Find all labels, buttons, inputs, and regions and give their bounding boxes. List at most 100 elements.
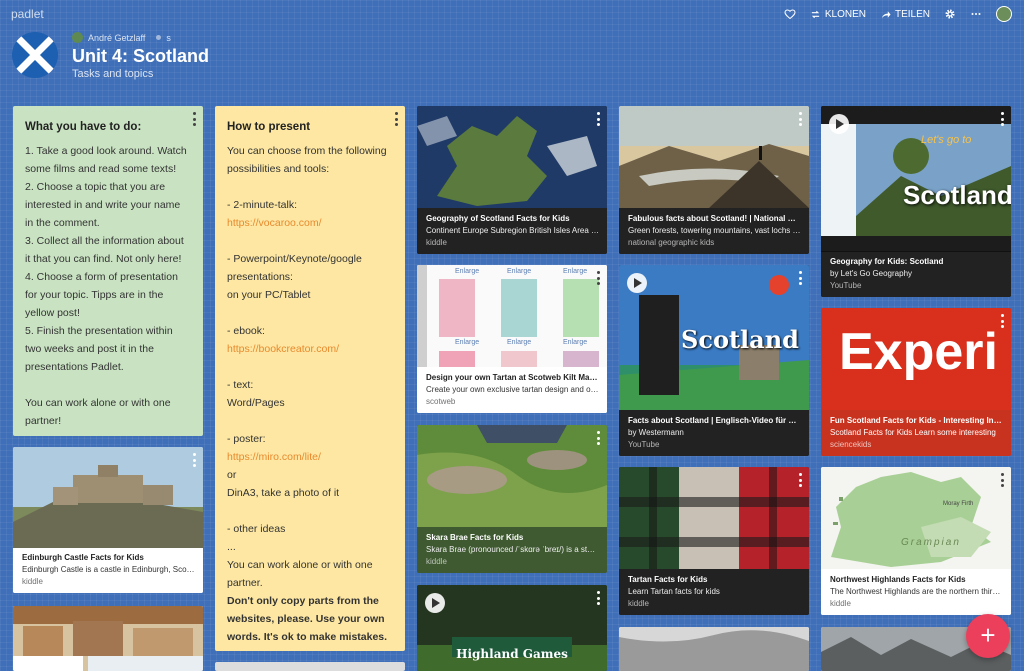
enlarge-link[interactable]: Enlarge (563, 268, 587, 275)
post-menu-button[interactable] (1001, 473, 1005, 487)
post-title: Fabulous facts about Scotland! | Nationa… (628, 214, 801, 223)
post-caption: Northwest Highlands Facts for Kids The N… (821, 570, 1011, 615)
video-overlay-subtitle: Let's go to (921, 134, 972, 146)
clone-label: KLONEN (824, 8, 866, 20)
geography-video-post[interactable]: Let's go to Scotland Geography for Kids:… (821, 106, 1011, 297)
dina3-text: DinA3, take a photo of it (227, 487, 340, 499)
edinburgh-castle-post[interactable]: Edinburgh Castle Facts for Kids Edinburg… (13, 447, 203, 593)
post-source: YouTube (830, 281, 862, 290)
warning-text: Don't only copy parts from the websites,… (227, 595, 388, 643)
enlarge-link[interactable]: Enlarge (563, 339, 587, 346)
skara-brae-post[interactable]: Skara Brae Facts for Kids Skara Brae (pr… (417, 425, 607, 573)
experiment-banner-image: Experi (821, 308, 1011, 410)
post-description: Green forests, towering mountains, vast … (628, 226, 801, 235)
todo-post[interactable]: What you have to do: 1. Take a good look… (13, 106, 203, 436)
tartan-design-post[interactable]: Enlarge Enlarge Enlarge Enlarge Enlarge … (417, 265, 607, 413)
post-menu-button[interactable] (193, 453, 197, 467)
tartan-post[interactable]: Tartan Facts for Kids Learn Tartan facts… (619, 467, 809, 615)
edinburgh-city-post[interactable] (13, 606, 203, 671)
enlarge-link[interactable]: Enlarge (455, 268, 479, 275)
scotland-satellite-image (417, 106, 607, 208)
scotland-video-thumbnail: Scotland (619, 265, 809, 410)
intro-text: You can choose from the following possib… (227, 145, 390, 175)
column4-next-post[interactable] (619, 627, 809, 671)
text-label: - text: (227, 379, 254, 391)
post-menu-button[interactable] (1001, 112, 1005, 126)
post-description: Scotland Facts for Kids Learn some inter… (830, 428, 996, 437)
author-name: André Getzlaff (88, 32, 146, 43)
miro-link[interactable]: https://miro.com/lite/ (227, 448, 393, 466)
post-menu-button[interactable] (799, 473, 803, 487)
page-title: Unit 4: Scotland (72, 46, 210, 66)
post-caption: Fabulous facts about Scotland! | Nationa… (619, 209, 809, 254)
mountain-loch-image (619, 106, 809, 208)
post-source: kiddle (22, 577, 43, 586)
map-label: Grampian (901, 537, 961, 548)
facts-video-post[interactable]: Scotland Facts about Scotland | Englisch… (619, 265, 809, 456)
play-icon[interactable] (425, 593, 445, 613)
more-icon (971, 13, 981, 15)
post-menu-button[interactable] (597, 431, 601, 445)
geography-post[interactable]: Geography of Scotland Facts for Kids Con… (417, 106, 607, 254)
post-source: scotweb (426, 397, 456, 406)
post-menu-button[interactable] (799, 112, 803, 126)
post-caption: Design your own Tartan at Scotweb Kilt M… (417, 368, 607, 413)
skara-brae-image (417, 425, 607, 527)
post-source: kiddle (830, 599, 851, 608)
post-menu-button[interactable] (193, 112, 197, 126)
post-menu-button[interactable] (1001, 314, 1005, 328)
snow-image (619, 627, 809, 671)
post-caption: Fun Scotland Facts for Kids - Interestin… (821, 411, 1011, 456)
northwest-highlands-post[interactable]: Moray Firth Grampian Northwest Highlands… (821, 467, 1011, 615)
clone-button[interactable]: KLONEN (810, 9, 866, 20)
highland-games-post[interactable]: Highland Games (417, 585, 607, 671)
post-menu-button[interactable] (597, 112, 601, 126)
add-post-button[interactable]: + (966, 614, 1010, 658)
post-author: by Westermann (628, 428, 684, 437)
settings-button[interactable] (944, 8, 956, 20)
video-overlay-title: Scotland (903, 180, 1011, 210)
post-description: Create your own exclusive tartan design … (426, 385, 599, 394)
enlarge-link[interactable]: Enlarge (455, 339, 479, 346)
heart-button[interactable] (784, 8, 796, 20)
enlarge-link[interactable]: Enlarge (507, 268, 531, 275)
sciencekids-post[interactable]: Experi Fun Scotland Facts for Kids - Int… (821, 308, 1011, 456)
vocaroo-link[interactable]: https://vocaroo.com/ (227, 214, 393, 232)
author-suffix: s (166, 32, 171, 43)
post-menu-button[interactable] (597, 591, 601, 605)
ellipsis-text: ... (227, 541, 236, 553)
edinburgh-city-image (13, 606, 203, 671)
lets-go-geography-thumbnail: Let's go to Scotland (821, 106, 1011, 251)
column2-next-post[interactable] (215, 662, 405, 671)
top-bar: padlet KLONEN TEILEN (0, 0, 1024, 28)
share-button[interactable]: TEILEN (880, 9, 930, 20)
heart-icon (784, 9, 796, 20)
bookcreator-link[interactable]: https://bookcreator.com/ (227, 340, 393, 358)
presentation-label: - Powerpoint/Keynote/google presentation… (227, 253, 365, 283)
play-icon[interactable] (627, 273, 647, 293)
post-title: What you have to do: (25, 121, 142, 133)
post-description: The Northwest Highlands are the northern… (830, 587, 1003, 596)
post-source: kiddle (426, 238, 447, 247)
clone-icon (811, 10, 820, 18)
post-menu-button[interactable] (597, 271, 601, 285)
enlarge-link[interactable]: Enlarge (507, 339, 531, 346)
more-button[interactable] (970, 8, 982, 20)
banner-text: Experi (839, 323, 998, 381)
share-label: TEILEN (894, 8, 930, 20)
post-source: national geographic kids (628, 238, 715, 247)
post-menu-button[interactable] (799, 271, 803, 285)
gear-icon (945, 9, 955, 19)
author-line: André Getzlaff s (72, 32, 171, 43)
user-avatar[interactable] (996, 6, 1012, 22)
text-tools: Word/Pages (227, 397, 285, 409)
tartan-spools-image: Enlarge Enlarge Enlarge Enlarge Enlarge … (417, 265, 607, 367)
play-icon[interactable] (829, 114, 849, 134)
padlet-header: André Getzlaff s Unit 4: Scotland Tasks … (12, 32, 612, 84)
post-menu-button[interactable] (395, 112, 399, 126)
fabulous-facts-post[interactable]: Fabulous facts about Scotland! | Nationa… (619, 106, 809, 254)
how-to-present-post[interactable]: How to present You can choose from the f… (215, 106, 405, 651)
padlet-logo[interactable]: padlet (11, 7, 44, 21)
tartan-fabric-image (619, 467, 809, 569)
top-actions: KLONEN TEILEN (784, 6, 1012, 22)
